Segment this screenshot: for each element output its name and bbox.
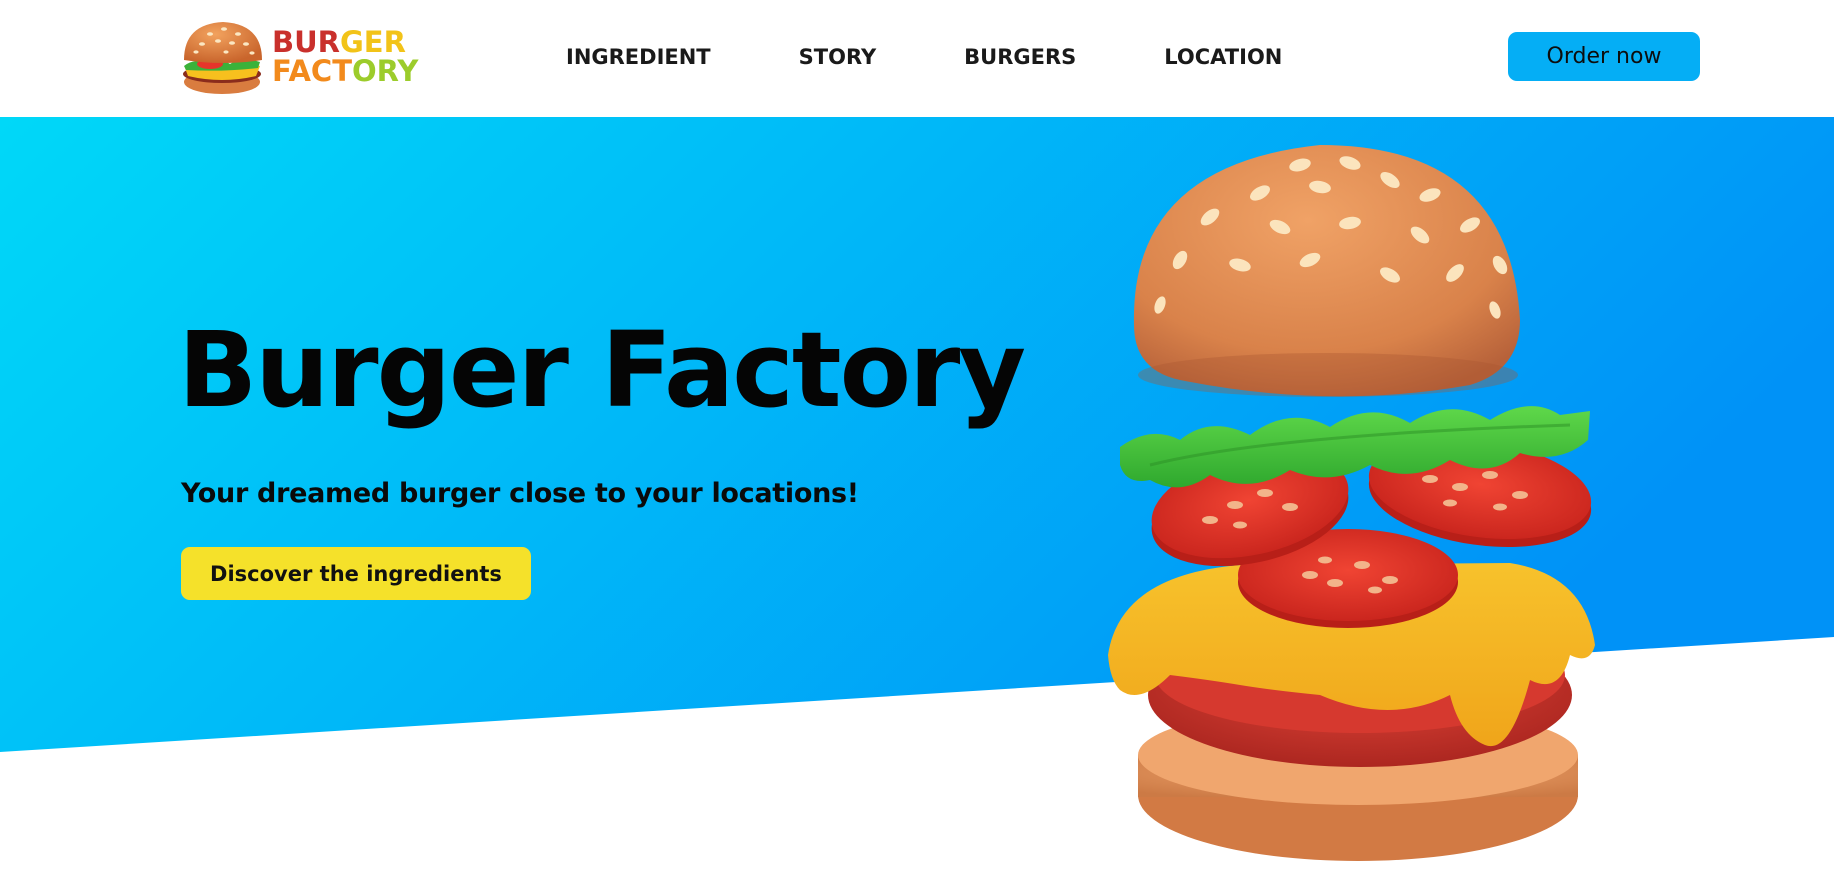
nav-item-ingredient[interactable]: INGREDIENT bbox=[566, 45, 711, 69]
exploded-burger-illustration bbox=[1108, 145, 1595, 861]
site-header: BURGER FACTORY INGREDIENT STORY BURGERS … bbox=[0, 0, 1834, 117]
logo-text-ory: ORY bbox=[352, 54, 419, 88]
discover-ingredients-button[interactable]: Discover the ingredients bbox=[181, 547, 531, 600]
nav-item-location[interactable]: LOCATION bbox=[1164, 45, 1282, 69]
order-now-button[interactable]: Order now bbox=[1508, 32, 1700, 81]
logo-wordmark: BURGER FACTORY bbox=[272, 28, 418, 86]
nav-item-story[interactable]: STORY bbox=[799, 45, 877, 69]
burger-icon bbox=[183, 22, 262, 94]
hero-title: Burger Factory bbox=[178, 309, 1026, 431]
logo-text-fact: FACT bbox=[272, 54, 352, 88]
logo[interactable]: BURGER FACTORY bbox=[180, 14, 440, 100]
main-nav: INGREDIENT STORY BURGERS LOCATION bbox=[566, 42, 1282, 72]
nav-item-burgers[interactable]: BURGERS bbox=[964, 45, 1076, 69]
hero-subtitle: Your dreamed burger close to your locati… bbox=[181, 478, 859, 509]
